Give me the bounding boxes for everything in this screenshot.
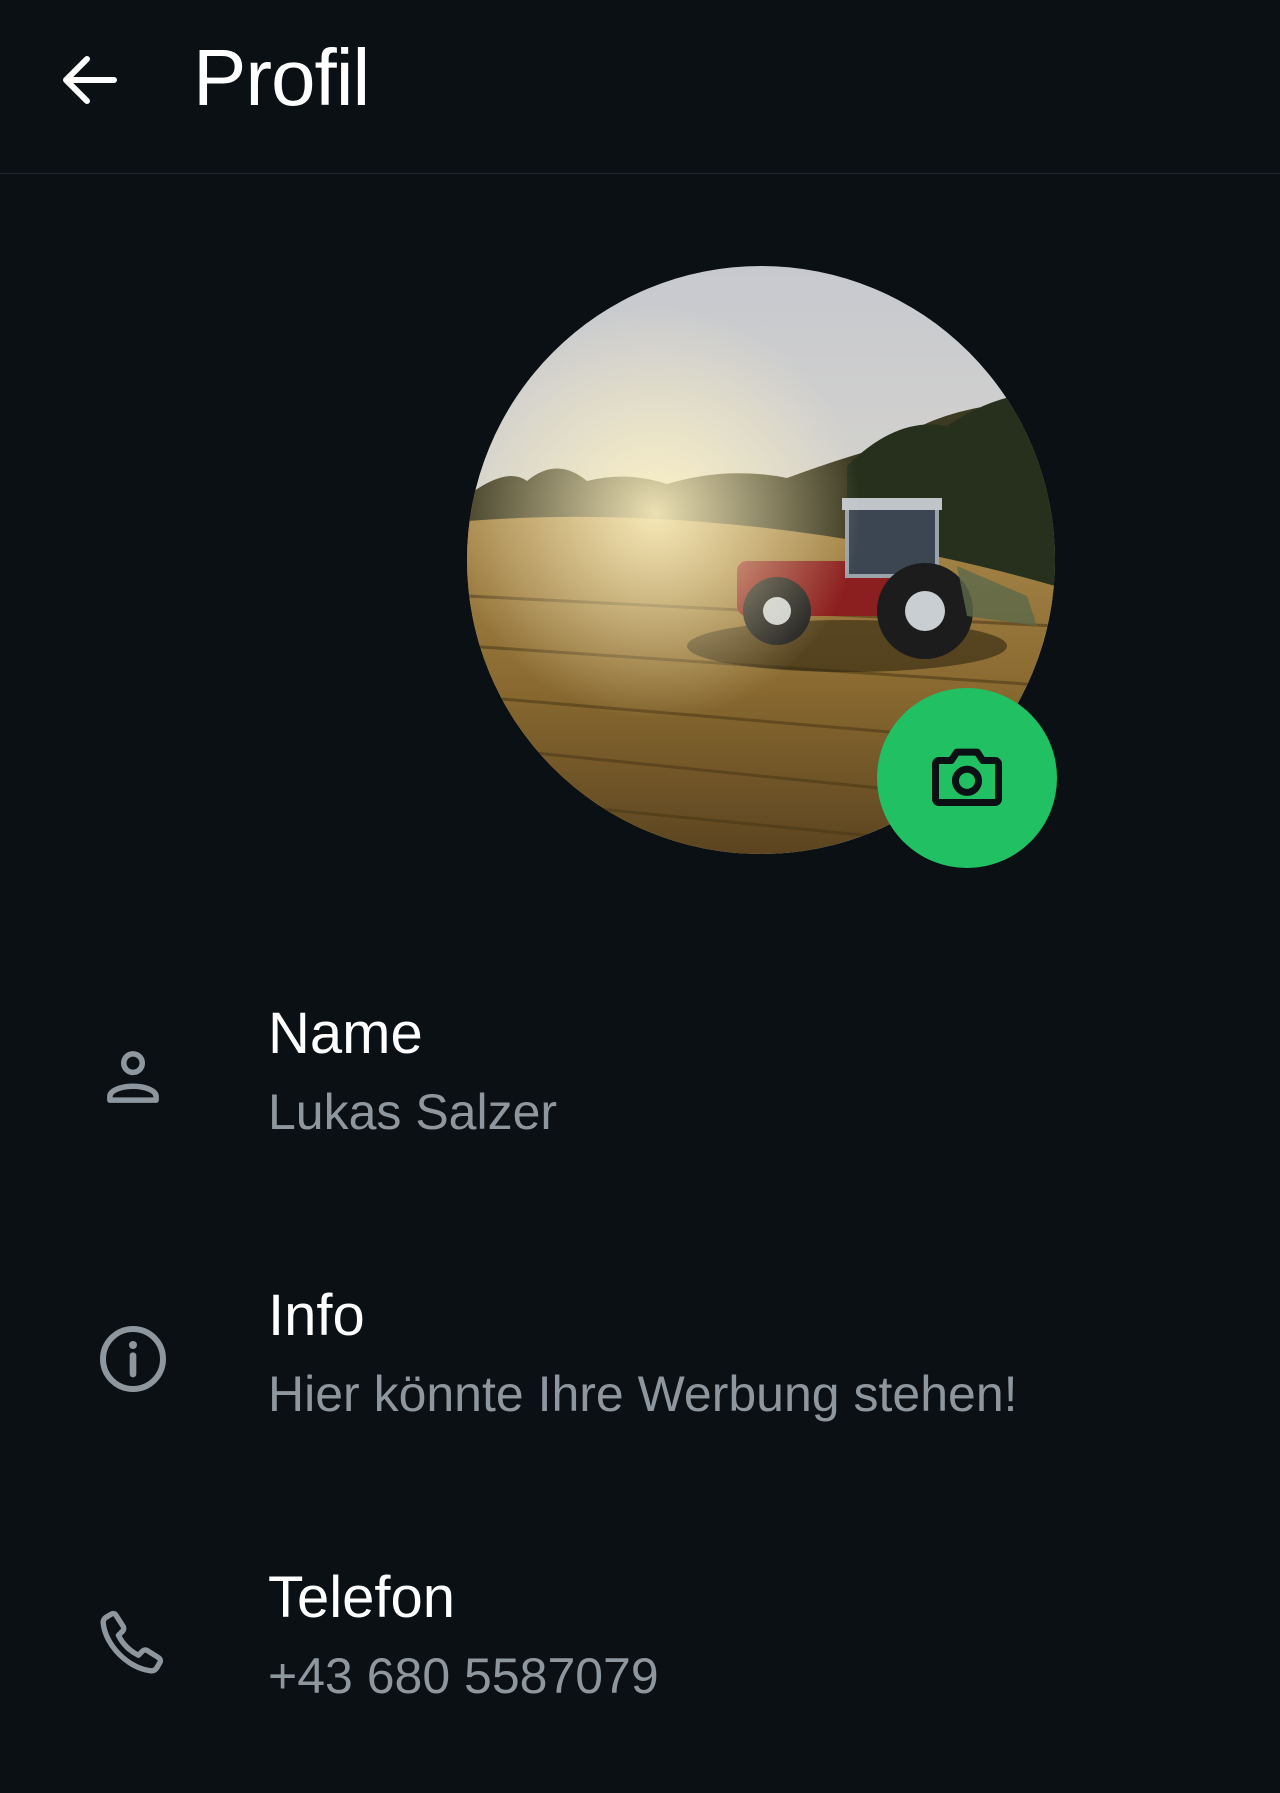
info-icon bbox=[88, 1314, 178, 1404]
phone-icon bbox=[88, 1596, 178, 1686]
camera-icon bbox=[932, 748, 1002, 806]
profile-row-info[interactable]: Info Hier könnte Ihre Werbung stehen! bbox=[0, 1262, 1280, 1482]
name-value: Lukas Salzer bbox=[268, 1084, 558, 1140]
change-photo-button[interactable] bbox=[877, 688, 1057, 868]
arrow-left-icon bbox=[63, 56, 117, 104]
phone-label: Telefon bbox=[268, 1565, 456, 1630]
app-bar: Profil bbox=[0, 0, 1280, 174]
page-title: Profil bbox=[193, 33, 370, 122]
back-button[interactable] bbox=[40, 30, 140, 130]
phone-value: +43 680 5587079 bbox=[268, 1648, 659, 1704]
profile-photo-container bbox=[467, 266, 1057, 868]
profile-row-name[interactable]: Name Lukas Salzer bbox=[0, 980, 1280, 1200]
name-label: Name bbox=[268, 1001, 423, 1066]
info-label: Info bbox=[268, 1283, 365, 1348]
profile-row-phone[interactable]: Telefon +43 680 5587079 bbox=[0, 1544, 1280, 1764]
info-value: Hier könnte Ihre Werbung stehen! bbox=[268, 1366, 1018, 1422]
person-icon bbox=[88, 1032, 178, 1122]
